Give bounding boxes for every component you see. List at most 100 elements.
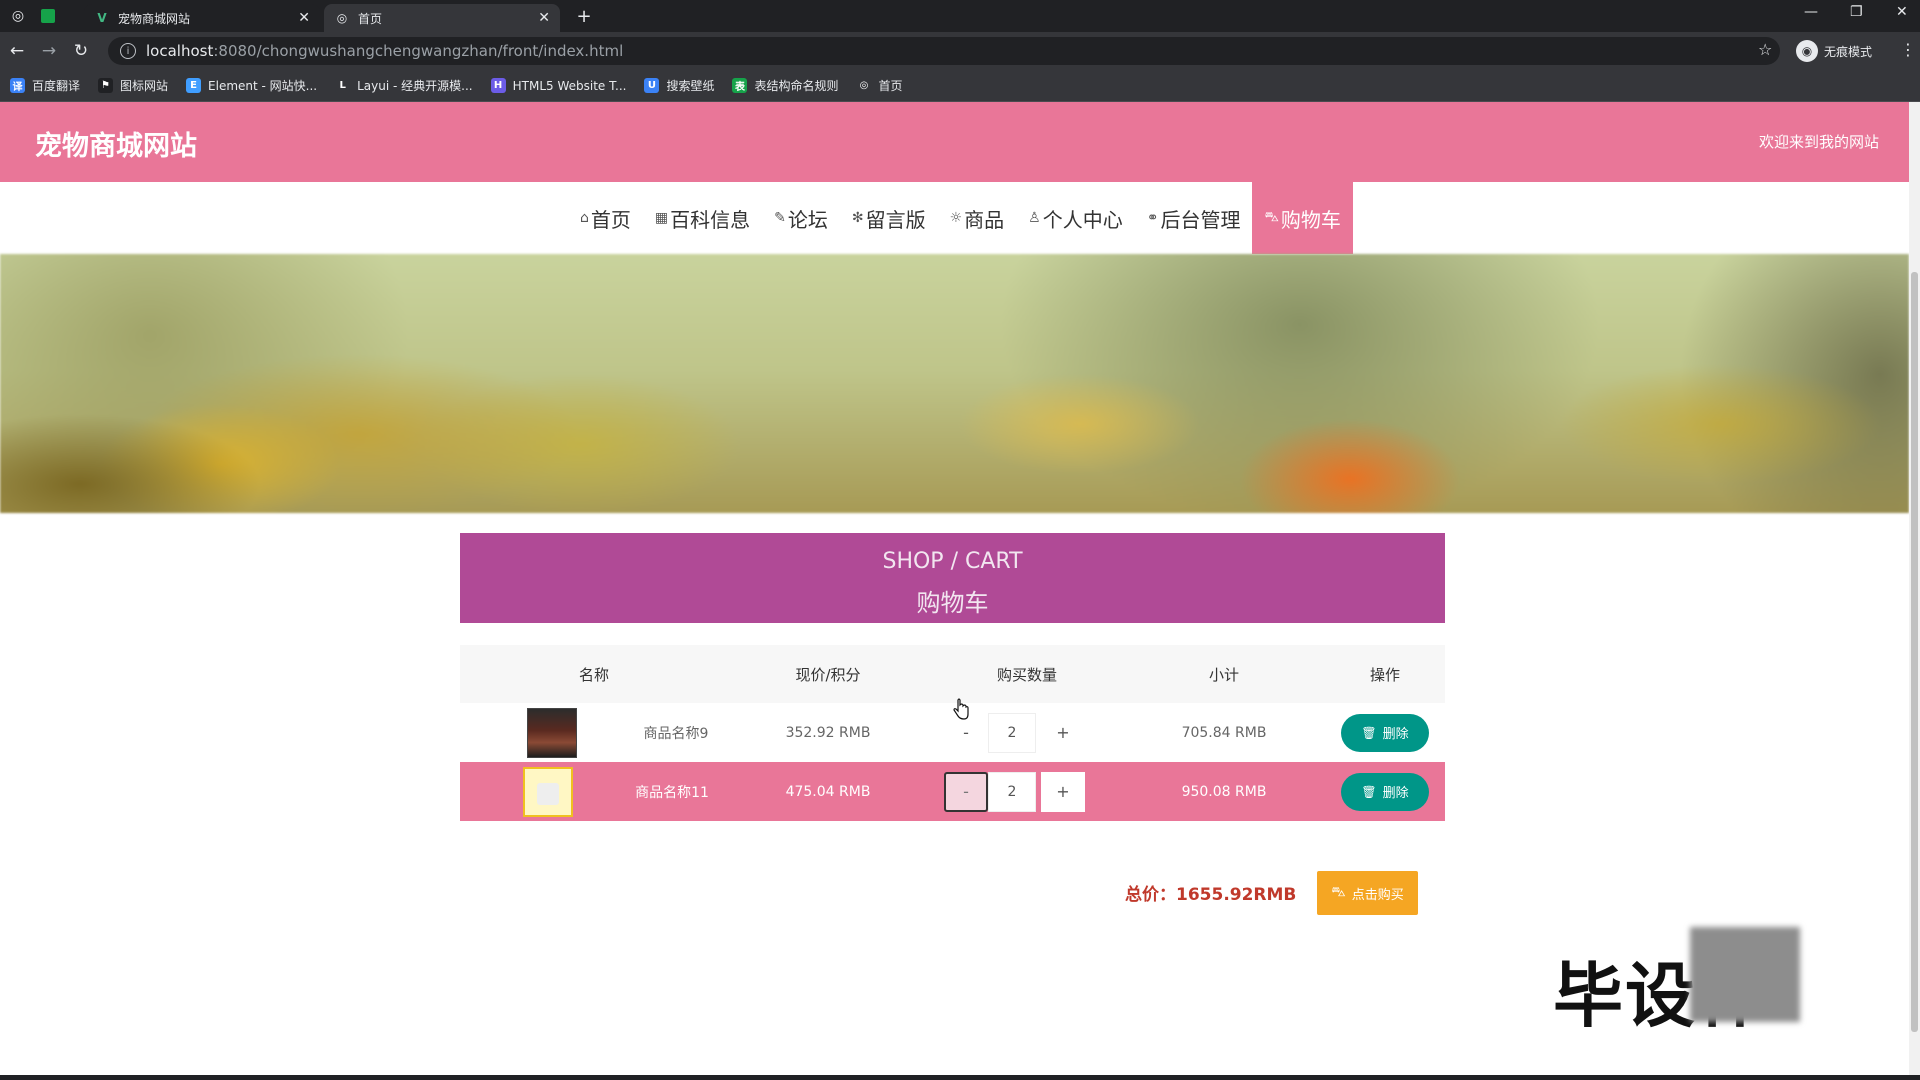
column-header: 操作 — [1369, 666, 1401, 684]
url-input[interactable]: i localhost:8080/chongwushangchengwangzh… — [108, 37, 1780, 65]
nav-item-label: 购物车 — [1280, 207, 1341, 232]
bookmark-favicon-icon: ◎ — [856, 78, 872, 93]
product-thumbnail[interactable] — [527, 707, 577, 758]
nav-item-label: 论坛 — [787, 207, 828, 232]
nav-item-label: 商品 — [964, 207, 1005, 232]
address-bar: ← → ↻ i localhost:8080/chongwushangcheng… — [0, 32, 1920, 70]
watermark-blur — [1690, 927, 1800, 1022]
nav-item-cart[interactable]: ⛍ 购物车 — [1252, 182, 1353, 254]
scrollbar-thumb[interactable] — [1911, 272, 1918, 1032]
qty-increase-button[interactable]: + — [1041, 771, 1085, 812]
encyclopedia-icon: ▦ — [654, 210, 669, 226]
nav-item-encyclopedia[interactable]: ▦ 百科信息 — [643, 182, 762, 254]
delete-button[interactable]: 🗑 删除 — [1341, 713, 1429, 752]
window-close-icon[interactable]: ✕ — [1896, 4, 1908, 20]
bookmark-label: 百度翻译 — [32, 79, 81, 93]
nav-item-label: 百科信息 — [670, 207, 751, 232]
bookmark-favicon-icon: 表 — [732, 78, 748, 93]
column-header: 购买数量 — [996, 666, 1058, 684]
tab-home[interactable]: ◎ 首页 ✕ — [324, 4, 560, 32]
bookmark-favicon-icon: H — [490, 78, 506, 93]
tab-shop[interactable]: V 宠物商城网站 ✕ — [84, 4, 320, 32]
new-tab-button[interactable]: + — [574, 6, 594, 27]
bookmark-favicon-icon: 译 — [10, 78, 25, 93]
cart-table-header: 名称 现价/积分 购买数量 小计 操作 — [460, 645, 1445, 703]
bookmark-star-icon[interactable]: ☆ — [1758, 40, 1772, 59]
tab-title: 宠物商城网站 — [118, 11, 191, 26]
bookmark-item[interactable]: E Element - 网站快... — [186, 77, 317, 94]
restore-icon[interactable]: ❐ — [1850, 4, 1863, 20]
delete-button[interactable]: 🗑 删除 — [1341, 772, 1429, 811]
url-host: localhost — [146, 42, 214, 60]
row-subtotal: 705.84 RMB — [1181, 724, 1267, 741]
cart-heading-en: SHOP / CART — [882, 549, 1023, 574]
incognito-profile[interactable]: ◉ 无痕模式 — [1796, 40, 1872, 62]
page-scrollbar[interactable] — [1909, 102, 1920, 1075]
nav-item-personal-center[interactable]: ♙ 个人中心 — [1016, 182, 1135, 254]
mouse-pointer-icon — [953, 698, 969, 720]
cart-total: 总价：1655.92RMB — [1125, 880, 1296, 905]
site-header: 宠物商城网站 欢迎来到我的网站 — [0, 102, 1909, 182]
tab-search-icon[interactable] — [38, 6, 58, 26]
browser-tab-bar: ◎ V 宠物商城网站 ✕ ◎ 首页 ✕ + — ❐ ✕ — [0, 0, 1920, 32]
bookmark-label: 图标网站 — [120, 79, 169, 93]
qty-decrease-button[interactable]: - — [944, 771, 988, 812]
incognito-icon: ◉ — [1796, 40, 1818, 62]
site-title[interactable]: 宠物商城网站 — [35, 124, 197, 163]
banner-image — [0, 254, 1909, 513]
window-bottom-edge — [0, 1075, 1920, 1080]
url-path: :8080/chongwushangchengwangzhan/front/in… — [213, 42, 624, 60]
product-name[interactable]: 商品名称11 — [635, 782, 709, 802]
delete-label: 删除 — [1382, 786, 1409, 801]
home-icon: ⌂ — [580, 210, 589, 226]
bookmark-label: Layui - 经典开源模... — [357, 79, 473, 93]
bookmark-label: HTML5 Website T... — [512, 78, 627, 93]
forward-icon[interactable]: → — [38, 40, 60, 62]
bookmark-item[interactable]: ◎ 首页 — [856, 77, 903, 94]
qty-input[interactable]: 2 — [988, 771, 1036, 812]
nav-item-products[interactable]: ☼ 商品 — [938, 182, 1017, 254]
buy-label: 点击购买 — [1351, 887, 1404, 903]
cart-icon: ⛍ — [1331, 884, 1346, 900]
info-icon[interactable]: i — [120, 43, 136, 59]
bookmark-item[interactable]: 译百度翻译 — [10, 77, 80, 94]
product-price: 475.04 RMB — [785, 783, 871, 800]
buy-button[interactable]: ⛍ 点击购买 — [1317, 871, 1418, 915]
nav-item-label: 个人中心 — [1042, 207, 1123, 232]
bookmark-item[interactable]: ⚑ 图标网站 — [98, 77, 168, 94]
browser-menu-icon[interactable]: ⋮ — [1900, 40, 1916, 59]
bookmark-label: 首页 — [878, 79, 903, 93]
qty-increase-button[interactable]: + — [1041, 713, 1085, 753]
nav-item-label: 首页 — [590, 207, 631, 232]
products-icon: ☼ — [949, 210, 963, 226]
incognito-label: 无痕模式 — [1824, 44, 1873, 59]
column-header: 名称 — [578, 666, 610, 684]
bookmark-item[interactable]: H HTML5 Website T... — [490, 78, 627, 93]
bookmark-item[interactable]: U 搜索壁纸 — [644, 77, 714, 94]
bookmark-item[interactable]: L Layui - 经典开源模... — [335, 77, 473, 94]
close-icon[interactable]: ✕ — [538, 10, 550, 26]
nav-item-forum[interactable]: ✎ 论坛 — [762, 182, 840, 254]
trash-icon: 🗑 — [1361, 725, 1377, 740]
trash-icon: 🗑 — [1361, 784, 1377, 799]
product-thumbnail[interactable] — [523, 766, 573, 817]
bookmarks-bar: 译百度翻译 ⚑ 图标网站 E Element - 网站快... L Layui - 经典开源… — [0, 70, 1920, 102]
nav-item-admin[interactable]: ⚭ 后台管理 — [1135, 182, 1253, 254]
bookmark-item[interactable]: 表表结构命名规则 — [732, 77, 838, 94]
cart-table: 名称 现价/积分 购买数量 小计 操作 商品名称9 352.92 RMB - 2… — [460, 645, 1445, 821]
browser-globe-icon[interactable]: ◎ — [8, 6, 28, 26]
bookmark-favicon-icon: U — [644, 78, 660, 93]
close-icon[interactable]: ✕ — [298, 10, 310, 26]
back-icon[interactable]: ← — [6, 40, 28, 62]
page-viewport: 宠物商城网站 欢迎来到我的网站 ⌂ 首页 ▦ 百科信息 ✎ 论坛 ✻ 留言版 ☼ 商品 ♙ 个人中心 ⚭… — [0, 102, 1909, 1075]
forum-icon: ✎ — [774, 210, 786, 226]
reload-icon[interactable]: ↻ — [70, 40, 92, 62]
nav-item-message-board[interactable]: ✻ 留言版 — [840, 182, 938, 254]
product-name[interactable]: 商品名称9 — [644, 723, 709, 743]
bookmark-favicon-icon: E — [186, 78, 202, 93]
minimize-icon[interactable]: — — [1804, 4, 1818, 20]
cart-heading: SHOP / CART 购物车 — [460, 533, 1445, 623]
nav-item-home[interactable]: ⌂ 首页 — [568, 182, 643, 254]
qty-input[interactable]: 2 — [988, 712, 1036, 753]
nav-item-label: 留言版 — [865, 207, 926, 232]
